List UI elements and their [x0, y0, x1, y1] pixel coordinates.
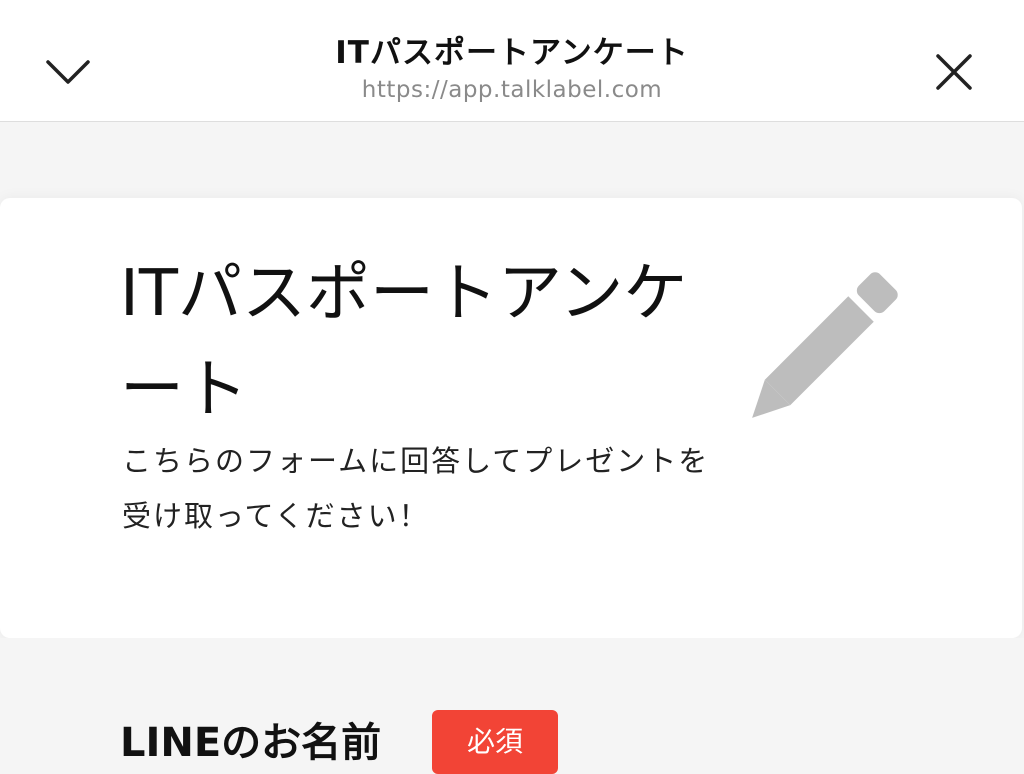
form-title: ITパスポートアンケート — [120, 257, 688, 427]
form-description: こちらのフォームに回答してプレゼントを受け取ってください！ — [122, 444, 710, 533]
header-title: ITパスポートアンケート — [335, 35, 689, 71]
browser-header: ITパスポートアンケート https://app.talklabel.com — [0, 0, 1024, 122]
form-field-name: LINEのお名前 必須 — [0, 638, 1024, 774]
pencil-icon — [752, 272, 898, 418]
close-button[interactable] — [922, 40, 986, 104]
required-badge: 必須 — [432, 710, 558, 774]
form-header-card: ITパスポートアンケート こちらのフォームに回答してプレゼントを受け取ってくださ… — [0, 198, 1022, 638]
header-url: https://app.talklabel.com — [361, 77, 663, 103]
close-icon — [936, 54, 972, 90]
field-label: LINEのお名前 — [120, 720, 382, 766]
